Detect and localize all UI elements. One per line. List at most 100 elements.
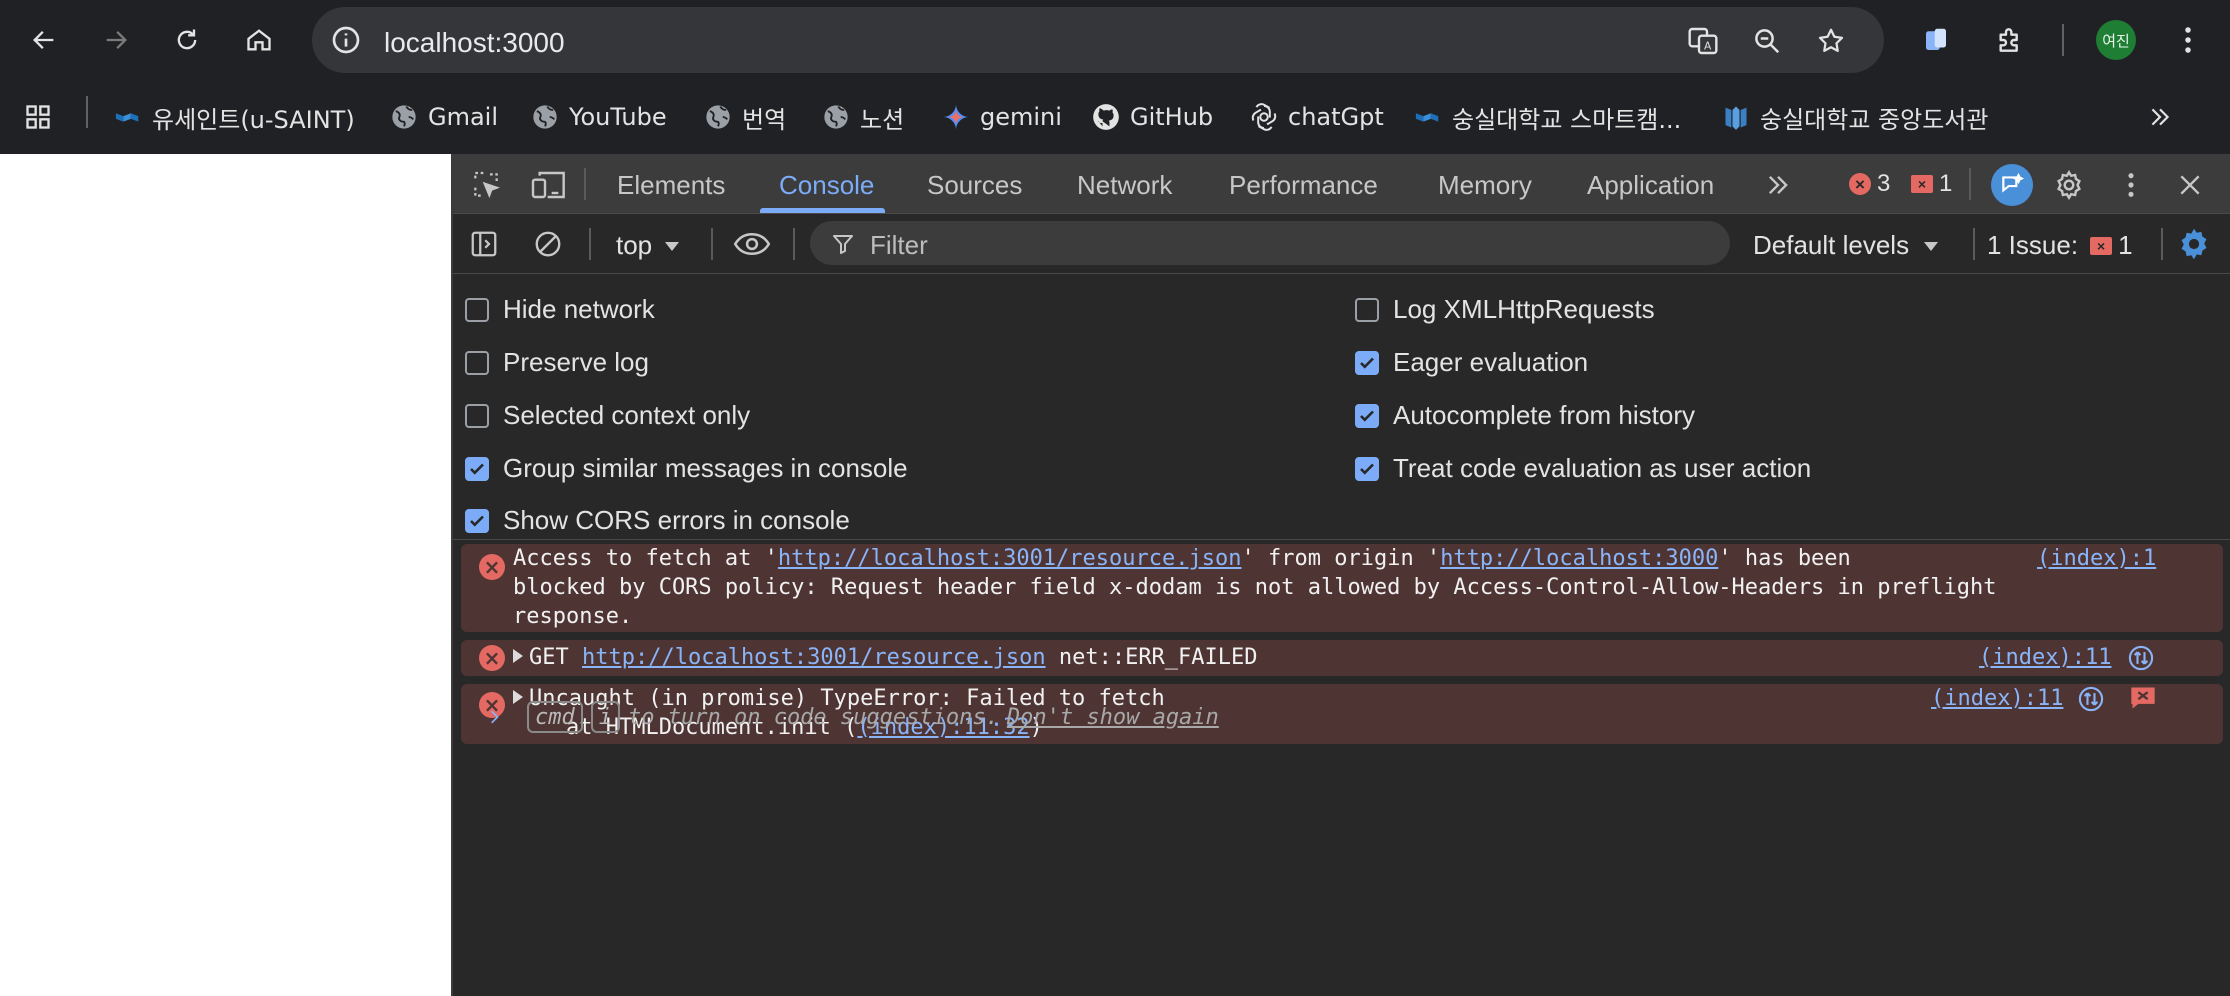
tab-sources[interactable]: Sources (927, 170, 1022, 201)
console-toolbar: top Filter Default levels 1 Issue: × 1 (453, 214, 2230, 274)
devtools-menu-icon[interactable] (2121, 167, 2141, 203)
home-icon (247, 29, 271, 51)
expand-triangle-icon[interactable] (513, 649, 523, 663)
checkbox-checked[interactable] (465, 456, 489, 481)
gemini-sparkle-icon (942, 103, 970, 131)
bookmark-ssu-library[interactable]: 숭실대학교 중앙도서관 (1722, 97, 1988, 137)
option-selected-context-only[interactable]: Selected context only (465, 400, 750, 431)
resource-link[interactable]: http://localhost:3001/resource.json (582, 645, 1046, 670)
checkbox[interactable] (465, 403, 489, 428)
bookmark-gmail[interactable]: Gmail (390, 97, 498, 137)
origin-link[interactable]: http://localhost:3000 (1440, 546, 1718, 571)
explain-with-ai-icon[interactable] (2077, 685, 2105, 713)
bookmark-label: gemini (980, 103, 1062, 131)
forward-button[interactable] (92, 16, 140, 64)
live-expression-eye-icon[interactable] (729, 227, 775, 261)
source-link[interactable]: (index):1 (2037, 544, 2156, 573)
site-info-icon[interactable] (330, 24, 362, 61)
option-show-cors-errors[interactable]: Show CORS errors in console (465, 505, 850, 536)
console-error-message[interactable]: × GET http://localhost:3001/resource.jso… (461, 640, 2223, 676)
checkbox[interactable] (465, 297, 489, 322)
tab-elements[interactable]: Elements (617, 170, 725, 201)
translate-icon[interactable]: A (1686, 24, 1720, 58)
tab-network[interactable]: Network (1077, 170, 1172, 201)
apps-button[interactable] (24, 97, 52, 137)
resource-link[interactable]: http://localhost:3001/resource.json (778, 546, 1242, 571)
option-treat-eval-as-user-action[interactable]: Treat code evaluation as user action (1355, 453, 1811, 484)
home-button[interactable] (235, 16, 283, 64)
active-tab-indicator (760, 208, 885, 213)
caret-down-icon (665, 241, 680, 251)
bookmark-ssu-smartcampus[interactable]: 숭실대학교 스마트캠... (1414, 97, 1681, 137)
tab-performance[interactable]: Performance (1229, 170, 1378, 201)
console-toolbar-divider (793, 228, 795, 260)
issue-icon: × (2090, 236, 2113, 255)
side-panel-icon[interactable] (1916, 20, 1956, 60)
bookmark-notion[interactable]: 노션 (822, 97, 904, 137)
console-prompt[interactable]: cmd i to turn on code suggestions. Don't… (485, 701, 1219, 733)
back-button[interactable] (20, 16, 68, 64)
console-messages: × Access to fetch at 'http://localhost:3… (453, 540, 2230, 996)
option-log-xhr[interactable]: Log XMLHttpRequests (1355, 294, 1655, 325)
error-counter[interactable]: × 3 (1849, 170, 1890, 198)
bookmark-label: 번역 (742, 105, 787, 134)
checkbox-checked[interactable] (1355, 350, 1379, 375)
log-levels-dropdown[interactable]: Default levels (1753, 230, 1939, 261)
option-eager-evaluation[interactable]: Eager evaluation (1355, 347, 1588, 378)
filter-input[interactable]: Filter (810, 221, 1730, 265)
profile-avatar[interactable]: 여진 (2096, 20, 2136, 60)
url-text[interactable]: localhost:3000 (384, 27, 565, 59)
console-toolbar-divider (1973, 228, 1975, 260)
source-link[interactable]: (index):11 (1931, 684, 2063, 713)
clear-console-icon[interactable] (531, 227, 565, 261)
dont-show-again-link[interactable]: Don't show again (1007, 705, 1219, 730)
close-icon[interactable] (2173, 168, 2207, 202)
issue-link-icon[interactable] (2129, 684, 2157, 712)
bookmark-star-icon[interactable] (1814, 24, 1848, 58)
sidebar-toggle-icon[interactable] (467, 227, 501, 261)
ai-assistance-icon[interactable] (1991, 164, 2033, 206)
explain-with-ai-icon[interactable] (2127, 644, 2155, 672)
more-tabs-icon[interactable] (1761, 168, 1795, 202)
console-settings-gear-icon[interactable] (2175, 225, 2213, 263)
tab-memory[interactable]: Memory (1438, 170, 1532, 201)
checkbox-checked[interactable] (1355, 456, 1379, 481)
bookmark-usaint[interactable]: 유세인트(u-SAINT) (114, 97, 355, 137)
console-toolbar-divider (589, 228, 591, 260)
checkbox-checked[interactable] (465, 508, 489, 533)
tab-application[interactable]: Application (1587, 170, 1714, 201)
context-selector[interactable]: top (616, 230, 680, 261)
bookmark-label: YouTube (569, 103, 667, 131)
console-error-message[interactable]: × Access to fetch at 'http://localhost:3… (461, 544, 2223, 632)
reload-button[interactable] (163, 16, 211, 64)
option-hide-network[interactable]: Hide network (465, 294, 655, 325)
issues-button[interactable]: 1 Issue: × 1 (1987, 230, 2133, 261)
svg-text:A: A (1704, 40, 1712, 53)
device-toolbar-icon[interactable] (529, 168, 569, 202)
globe-icon (822, 103, 850, 131)
inspect-element-icon[interactable] (469, 168, 503, 202)
more-bookmarks-button[interactable] (2146, 97, 2174, 137)
option-autocomplete-history[interactable]: Autocomplete from history (1355, 400, 1695, 431)
settings-gear-icon[interactable] (2051, 167, 2087, 203)
checkmark-icon (1360, 463, 1374, 475)
option-preserve-log[interactable]: Preserve log (465, 347, 649, 378)
bookmark-chatgpt[interactable]: chatGpt (1250, 97, 1384, 137)
source-link[interactable]: (index):11 (1979, 643, 2111, 672)
checkbox[interactable] (465, 350, 489, 375)
option-group-similar[interactable]: Group similar messages in console (465, 453, 908, 484)
browser-menu-icon[interactable] (2168, 20, 2208, 60)
zoom-icon[interactable] (1750, 24, 1784, 58)
bookmark-translate[interactable]: 번역 (704, 97, 786, 137)
checkmark-icon (1360, 410, 1374, 422)
issue-counter[interactable]: × 1 (1911, 170, 1952, 198)
bookmark-github[interactable]: GitHub (1092, 97, 1213, 137)
address-bar[interactable]: localhost:3000 A (312, 7, 1884, 73)
bookmark-gemini[interactable]: gemini (942, 97, 1062, 137)
checkbox[interactable] (1355, 297, 1379, 322)
bookmark-youtube[interactable]: YouTube (531, 97, 667, 137)
issue-icon: × (1911, 175, 1933, 193)
checkbox-checked[interactable] (1355, 403, 1379, 428)
extensions-icon[interactable] (1990, 20, 2030, 60)
tab-console[interactable]: Console (779, 170, 874, 201)
